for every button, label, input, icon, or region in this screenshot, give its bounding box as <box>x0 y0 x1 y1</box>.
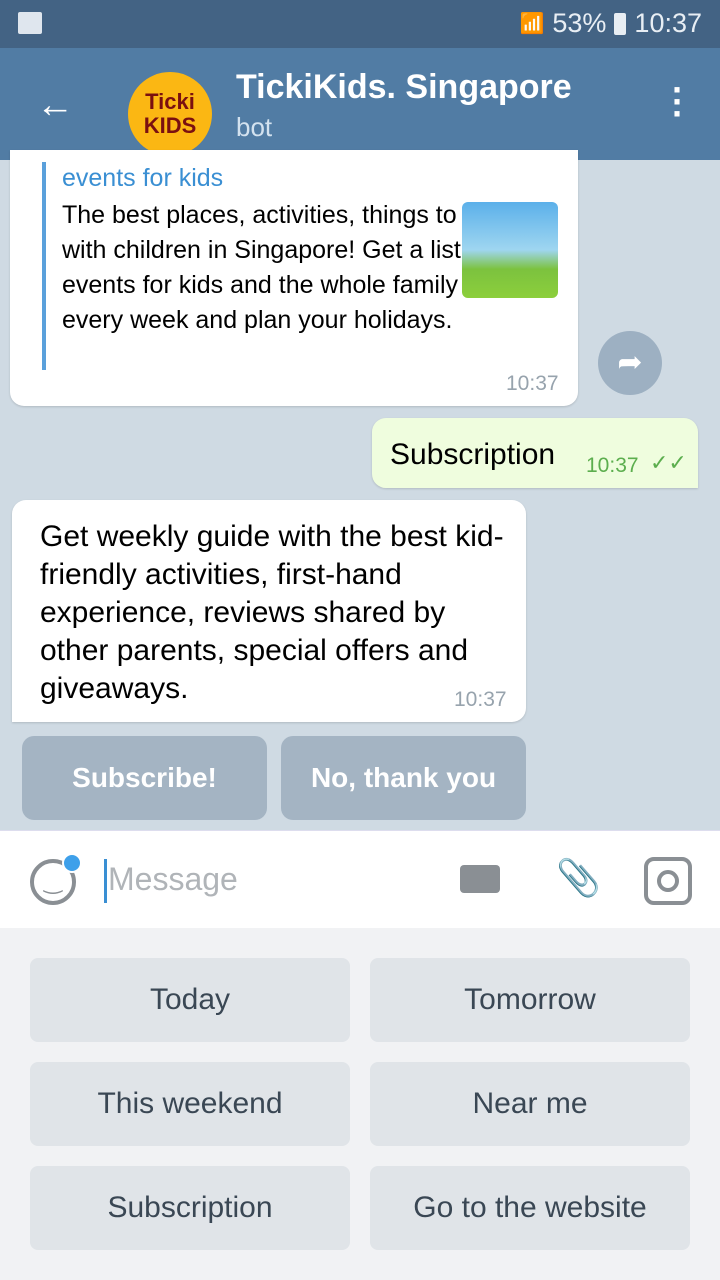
keyboard-button-subscription[interactable]: Subscription <box>30 1166 350 1250</box>
preview-description: The best places, activities, things to d… <box>62 201 492 334</box>
wifi-signal-icon: 📶 <box>519 13 545 35</box>
text-cursor <box>104 859 107 903</box>
keyboard-button-website[interactable]: Go to the website <box>370 1166 690 1250</box>
message-time: 10:37 <box>506 372 559 395</box>
avatar-logo-text: KIDS <box>143 113 197 138</box>
message-time: 10:37 <box>586 454 639 477</box>
message-composer: ‿ Message 📎 <box>0 830 720 928</box>
bot-keyboard: Today Tomorrow This weekend Near me Subs… <box>0 928 720 1280</box>
preview-site-name[interactable]: events for kids <box>62 164 223 193</box>
message-incoming: Get weekly guide with the best kid-frien… <box>12 500 526 722</box>
avatar[interactable]: Ticki KIDS <box>128 72 212 156</box>
camera-icon[interactable] <box>644 857 692 905</box>
more-vert-icon[interactable]: · · · <box>672 72 684 132</box>
battery-percent: 53% <box>552 8 607 38</box>
message-text: Subscription <box>390 438 556 471</box>
message-outgoing: Subscription 10:37 ✓✓ <box>372 418 698 488</box>
chat-subtitle: bot <box>236 112 273 142</box>
preview-accent-bar <box>42 162 46 370</box>
chat-title[interactable]: TickiKids. Singapore <box>236 68 572 107</box>
message-time: 10:37 <box>454 688 507 711</box>
keyboard-button-tomorrow[interactable]: Tomorrow <box>370 958 690 1042</box>
clock: 10:37 <box>634 8 702 38</box>
share-icon[interactable]: ➦ <box>598 331 662 395</box>
double-check-icon: ✓✓ <box>650 450 687 475</box>
keyboard-button-this-weekend[interactable]: This weekend <box>30 1062 350 1146</box>
battery-icon <box>614 12 627 35</box>
back-arrow-icon[interactable]: ← <box>36 84 74 127</box>
subscribe-inline-button[interactable]: Subscribe! <box>22 736 267 820</box>
chat-header: ← Ticki KIDS TickiKids. Singapore bot · · · <box>0 48 720 160</box>
message-input[interactable]: Message <box>108 861 238 898</box>
message-text: Get weekly guide with the best kid-frien… <box>40 520 504 705</box>
keyboard-button-near-me[interactable]: Near me <box>370 1062 690 1146</box>
notification-dot <box>62 853 82 873</box>
no-thanks-inline-button[interactable]: No, thank you <box>281 736 526 820</box>
gallery-notification-icon <box>18 12 42 34</box>
message-link-preview: events for kids The best places, activit… <box>10 150 578 406</box>
attach-paperclip-icon[interactable]: 📎 <box>556 857 601 899</box>
avatar-logo-text: Ticki <box>145 89 195 114</box>
status-bar: 📶 53% 10:37 <box>0 0 720 48</box>
keyboard-button-today[interactable]: Today <box>30 958 350 1042</box>
preview-thumbnail[interactable] <box>462 202 558 298</box>
keyboard-icon[interactable] <box>460 865 500 893</box>
